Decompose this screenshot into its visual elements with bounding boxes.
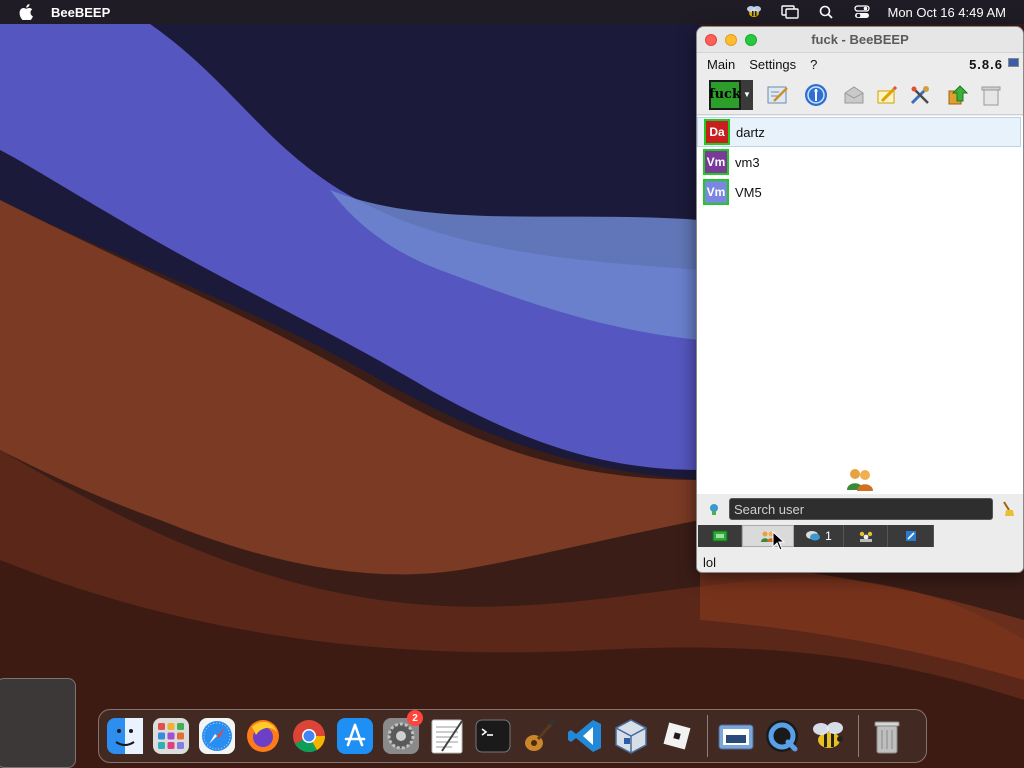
tab-groups[interactable] <box>844 525 888 547</box>
user-name: VM5 <box>735 184 762 200</box>
zoom-button[interactable] <box>745 34 757 46</box>
preview-icon[interactable] <box>716 716 756 756</box>
beebeep-status-icon[interactable] <box>743 3 765 21</box>
desktop-widget-tile[interactable] <box>0 678 76 768</box>
user-list: Da dartz Vm vm3 Vm VM5 <box>697 116 1023 494</box>
clear-search-broom-icon[interactable] <box>999 500 1017 518</box>
trash-icon[interactable] <box>867 716 907 756</box>
user-row-vm3[interactable]: Vm vm3 <box>697 147 1023 177</box>
menubar-clock[interactable]: Mon Oct 16 4:49 AM <box>887 5 1006 20</box>
user-name: dartz <box>736 124 765 140</box>
tools-icon[interactable] <box>906 81 934 109</box>
network-icon[interactable] <box>802 81 830 109</box>
dock: 2 <box>98 709 927 763</box>
main-toolbar: fuck ▼ <box>697 75 1023 115</box>
user-avatar: Da <box>704 119 730 145</box>
chrome-icon[interactable] <box>289 716 329 756</box>
virtualbox-icon[interactable] <box>611 716 651 756</box>
tab-home[interactable] <box>698 525 742 547</box>
window-titlebar[interactable]: fuck - BeeBEEP <box>697 27 1023 53</box>
launchpad-icon[interactable] <box>151 716 191 756</box>
safari-icon[interactable] <box>197 716 237 756</box>
guitar-icon[interactable] <box>519 716 559 756</box>
chat-count-badge: 1 <box>825 529 832 543</box>
quicktime-icon[interactable] <box>762 716 802 756</box>
mouse-cursor-icon <box>772 531 786 551</box>
search-user-icon <box>705 500 723 518</box>
system-settings-icon[interactable]: 2 <box>381 710 423 756</box>
minimize-button[interactable] <box>725 34 737 46</box>
control-center-icon[interactable] <box>851 3 873 21</box>
screen-mirroring-icon[interactable] <box>779 3 801 21</box>
beebeep-icon[interactable] <box>808 716 848 756</box>
user-row-vm5[interactable]: Vm VM5 <box>697 177 1023 207</box>
clear-icon[interactable] <box>977 81 1005 109</box>
write-message-icon[interactable] <box>873 81 901 109</box>
edit-profile-icon[interactable] <box>764 81 792 109</box>
tab-users[interactable] <box>742 525 794 547</box>
inbox-icon[interactable] <box>840 81 868 109</box>
roblox-icon[interactable] <box>657 716 697 756</box>
language-flag-icon <box>1008 58 1019 67</box>
close-button[interactable] <box>705 34 717 46</box>
finder-icon[interactable] <box>105 716 145 756</box>
version-label: 5.8.6 <box>969 56 1003 72</box>
beebeep-window: fuck - BeeBEEP Main Settings ? 5.8.6 fuc… <box>696 26 1024 573</box>
share-files-icon[interactable] <box>944 81 972 109</box>
status-message: lol <box>697 551 1023 572</box>
menu-help[interactable]: ? <box>810 57 817 72</box>
user-name: vm3 <box>735 154 760 170</box>
app-store-icon[interactable] <box>335 716 375 756</box>
vscode-icon[interactable] <box>565 716 605 756</box>
dock-separator <box>858 715 859 757</box>
search-user-input[interactable] <box>729 498 993 520</box>
terminal-icon[interactable] <box>473 716 513 756</box>
user-row-dartz[interactable]: Da dartz <box>697 117 1021 147</box>
app-name-menu[interactable]: BeeBEEP <box>51 5 110 20</box>
firefox-icon[interactable] <box>243 716 283 756</box>
textedit-icon[interactable] <box>427 716 467 756</box>
spotlight-search-icon[interactable] <box>815 3 837 21</box>
users-group-icon <box>845 466 875 492</box>
tab-files[interactable] <box>888 525 934 547</box>
menu-main[interactable]: Main <box>707 57 735 72</box>
view-tabs: 1 <box>697 525 1023 547</box>
settings-badge: 2 <box>407 710 423 726</box>
user-avatar: Vm <box>703 179 729 205</box>
tab-chats[interactable]: 1 <box>794 525 844 547</box>
menu-settings[interactable]: Settings <box>749 57 796 72</box>
search-row <box>697 494 1023 524</box>
app-menu-row: Main Settings ? 5.8.6 <box>697 53 1023 75</box>
dock-separator <box>707 715 708 757</box>
menu-bar: BeeBEEP Mon Oct 16 4:49 AM <box>0 0 1024 24</box>
status-dropdown-arrow-icon[interactable]: ▼ <box>741 79 753 110</box>
user-avatar: Vm <box>703 149 729 175</box>
apple-icon[interactable] <box>17 3 35 21</box>
status-button[interactable]: fuck <box>709 79 741 110</box>
